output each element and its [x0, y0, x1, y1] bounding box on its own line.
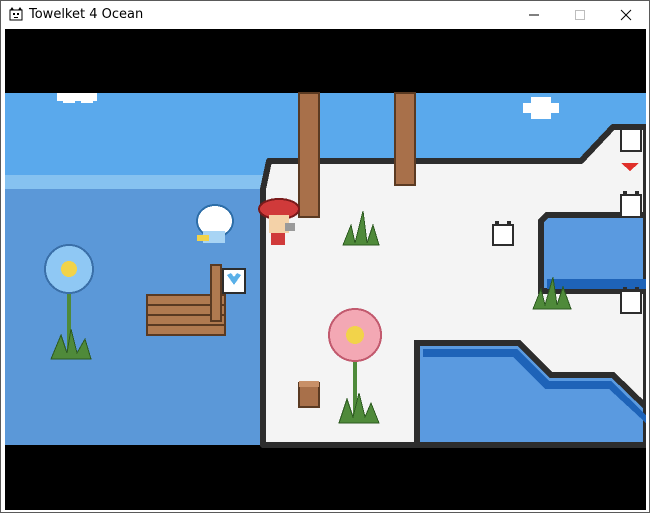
maximize-button[interactable]: [557, 1, 603, 28]
white-creature: [620, 191, 642, 218]
white-creature: [620, 125, 642, 152]
game-viewport[interactable]: [5, 29, 646, 510]
close-button[interactable]: [603, 1, 649, 28]
cat-face-icon: [9, 7, 23, 21]
title-bar[interactable]: Towelket 4 Ocean: [1, 1, 649, 28]
white-creature: [620, 287, 642, 314]
minimize-icon: [529, 14, 539, 16]
close-icon: [620, 9, 632, 21]
tree-stump: [298, 381, 320, 408]
app-window: Towelket 4 Ocean: [0, 0, 650, 513]
window-title: Towelket 4 Ocean: [29, 7, 144, 22]
white-creature: [492, 221, 514, 246]
tree-trunk: [298, 92, 320, 218]
pool-edge: [547, 279, 646, 289]
maximize-icon: [575, 10, 585, 20]
minimize-button[interactable]: [511, 1, 557, 28]
tree-trunk: [394, 92, 416, 186]
letterbox-bottom: [5, 445, 646, 510]
heart-speech-bubble-icon: [222, 268, 246, 294]
letterbox-top: [5, 29, 646, 93]
